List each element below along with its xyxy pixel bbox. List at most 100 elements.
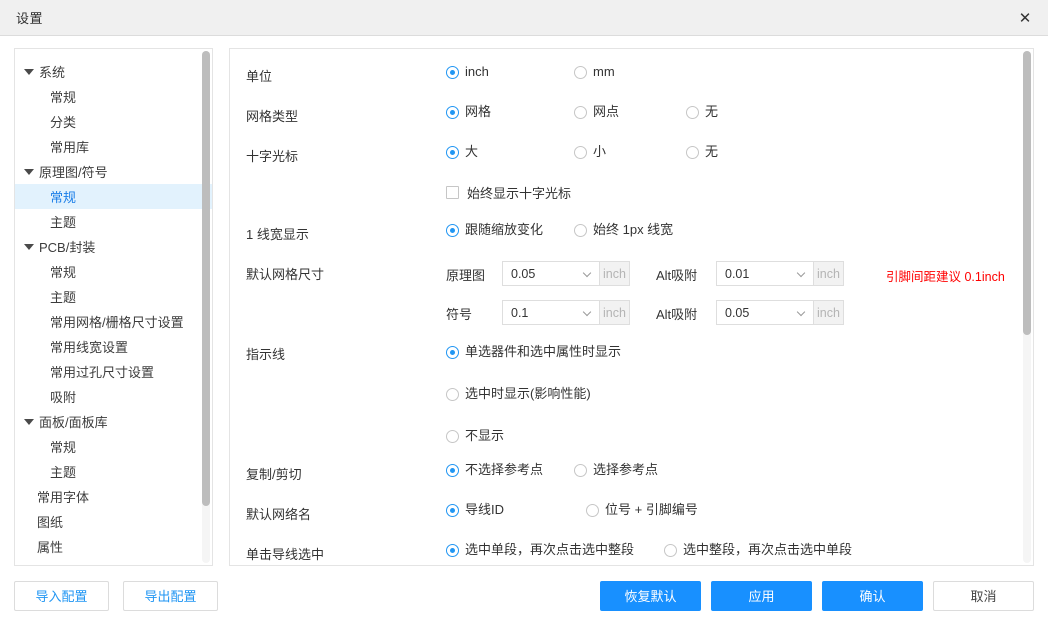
cancel-button[interactable]: 取消 [933, 580, 1034, 611]
radio-grid-type-dot[interactable]: 网点 [574, 103, 686, 121]
radio-grid-type-none[interactable]: 无 [686, 103, 718, 121]
sidebar-item-17[interactable]: 常用字体 [15, 484, 212, 509]
export-config-button[interactable]: 导出配置 [123, 580, 218, 611]
sidebar-item-10[interactable]: 常用网格/栅格尺寸设置 [15, 309, 212, 334]
line-width-options: 跟随缩放变化 始终 1px 线宽 [446, 221, 1033, 239]
checkbox-box-icon [446, 186, 459, 199]
radio-grid-type-grid[interactable]: 网格 [446, 103, 574, 121]
unit-suffix-inch: inch [814, 300, 844, 325]
sidebar-item-16[interactable]: 主题 [15, 459, 212, 484]
sidebar-item-15[interactable]: 常规 [15, 434, 212, 459]
sidebar-item-5[interactable]: 常规 [15, 184, 212, 209]
sidebar-item-6[interactable]: 主题 [15, 209, 212, 234]
label-line-width: 1 线宽显示 [246, 227, 309, 242]
sidebar-item-label: 图纸 [37, 515, 64, 530]
close-icon[interactable]: ✕ [1002, 0, 1048, 35]
row-line-width: 1 线宽显示 跟随缩放变化 始终 1px 线宽 [230, 221, 1033, 261]
main-scrollbar-thumb[interactable] [1023, 51, 1031, 335]
radio-dot-icon [574, 223, 587, 237]
radio-copy-pick-refpoint[interactable]: 选择参考点 [574, 461, 658, 479]
sidebar-item-18[interactable]: 图纸 [15, 509, 212, 534]
radio-unit-mm[interactable]: mm [574, 63, 702, 81]
radio-indicator-on-select[interactable]: 选中时显示(影响性能) [446, 385, 591, 403]
radio-crosshair-large[interactable]: 大 [446, 143, 574, 161]
sidebar-scrollbar-track[interactable] [202, 51, 210, 563]
confirm-button[interactable]: 确认 [822, 580, 923, 611]
radio-crosshair-none[interactable]: 无 [686, 143, 718, 161]
radio-line-width-always-1px[interactable]: 始终 1px 线宽 [574, 221, 673, 239]
unit-suffix-inch: inch [600, 261, 630, 286]
sidebar-item-1[interactable]: 常规 [15, 84, 212, 109]
sidebar-item-8[interactable]: 常规 [15, 259, 212, 284]
main-scrollbar-track[interactable] [1023, 51, 1031, 563]
sidebar-item-label: 属性 [37, 540, 64, 555]
label-indicator-line: 指示线 [246, 347, 286, 362]
sidebar-item-13[interactable]: 吸附 [15, 384, 212, 409]
select-schematic-grid[interactable]: 0.05 inch [502, 261, 630, 286]
label-spacer [246, 183, 446, 186]
unit-suffix-inch: inch [814, 261, 844, 286]
radio-dot-icon [446, 543, 459, 557]
radio-dot-icon [574, 463, 587, 477]
label-default-grid-size: 默认网格尺寸 [246, 267, 325, 282]
label-alt-snap-symbol: Alt吸附 [656, 307, 698, 322]
checkbox-always-show-crosshair[interactable]: 始终显示十字光标 [446, 183, 571, 202]
radio-dot-icon [446, 463, 459, 477]
select-symbol-alt-snap-box[interactable]: 0.05 [716, 300, 814, 325]
label-symbol: 符号 [446, 307, 473, 322]
dialog-body: 系统 常规 分类 常用库 原理图/符号 常规 主题 PCB/封装 常规 主题 常用网格/栅格尺寸设置… [0, 36, 1048, 566]
sidebar-item-2[interactable]: 分类 [15, 109, 212, 134]
sidebar-item-label: 分类 [50, 115, 77, 130]
label-crosshair: 十字光标 [246, 149, 299, 164]
copy-cut-options: 不选择参考点 选择参考点 [446, 461, 1033, 479]
radio-net-designator-pin[interactable]: 位号 + 引脚编号 [586, 501, 698, 519]
label-default-net-name: 默认网络名 [246, 507, 312, 522]
radio-label: 导线ID [465, 502, 505, 517]
unit-options: inch mm [446, 63, 1033, 81]
sidebar-item-4[interactable]: 原理图/符号 [15, 159, 212, 184]
radio-indicator-single-select[interactable]: 单选器件和选中属性时显示 [446, 343, 621, 361]
radio-line-width-follow-zoom[interactable]: 跟随缩放变化 [446, 221, 574, 239]
row-indicator-line: 指示线 单选器件和选中属性时显示 选中时显示(影响性能) 不显示 [230, 341, 1033, 461]
footer-left-actions: 导入配置 导出配置 [14, 580, 218, 611]
select-schematic-alt-snap[interactable]: 0.01 inch [716, 261, 844, 286]
sidebar-item-20[interactable]: 快捷键 [15, 559, 212, 565]
crosshair-options: 大 小 无 [446, 143, 1033, 161]
label-unit: 单位 [246, 69, 273, 84]
sidebar-item-label: 常用线宽设置 [50, 340, 129, 355]
sidebar-item-label: 常用字体 [37, 490, 90, 505]
radio-indicator-hidden[interactable]: 不显示 [446, 427, 504, 445]
sidebar-item-12[interactable]: 常用过孔尺寸设置 [15, 359, 212, 384]
select-symbol-grid-box[interactable]: 0.1 [502, 300, 600, 325]
sidebar-item-0[interactable]: 系统 [15, 59, 212, 84]
select-schematic-alt-snap-box[interactable]: 0.01 [716, 261, 814, 286]
radio-dot-icon [446, 429, 459, 443]
radio-unit-inch[interactable]: inch [446, 63, 574, 81]
radio-copy-no-refpoint[interactable]: 不选择参考点 [446, 461, 574, 479]
settings-main-panel: 单位 inch mm 网格类型 网格 网点 无 十字光标 大 小 无 始终显示十… [229, 48, 1034, 566]
sidebar-item-19[interactable]: 属性 [15, 534, 212, 559]
radio-click-whole-first[interactable]: 选中整段，再次点击选中单段 [664, 541, 852, 559]
apply-button[interactable]: 应用 [711, 580, 812, 611]
sidebar-item-7[interactable]: PCB/封装 [15, 234, 212, 259]
radio-net-wire-id[interactable]: 导线ID [446, 501, 586, 519]
sidebar-item-label: 常用库 [50, 140, 90, 155]
sidebar-item-9[interactable]: 主题 [15, 284, 212, 309]
restore-default-button[interactable]: 恢复默认 [600, 580, 701, 611]
grid-row-symbol: 符号 0.1 inch Alt吸附 0.05 inch [446, 300, 844, 325]
sidebar-scrollbar-thumb[interactable] [202, 51, 210, 506]
radio-dot-icon [446, 145, 459, 159]
radio-label: 选中时显示(影响性能) [465, 386, 591, 401]
sidebar-item-3[interactable]: 常用库 [15, 134, 212, 159]
radio-click-segment-first[interactable]: 选中单段，再次点击选中整段 [446, 541, 664, 559]
sidebar-item-14[interactable]: 面板/面板库 [15, 409, 212, 434]
select-symbol-alt-snap[interactable]: 0.05 inch [716, 300, 844, 325]
unit-suffix-inch: inch [600, 300, 630, 325]
radio-crosshair-small[interactable]: 小 [574, 143, 686, 161]
sidebar-item-11[interactable]: 常用线宽设置 [15, 334, 212, 359]
grid-type-options: 网格 网点 无 [446, 103, 1033, 121]
import-config-button[interactable]: 导入配置 [14, 580, 109, 611]
click-wire-select-options: 选中单段，再次点击选中整段 选中整段，再次点击选中单段 [446, 541, 1033, 559]
select-symbol-grid[interactable]: 0.1 inch [502, 300, 630, 325]
select-schematic-grid-box[interactable]: 0.05 [502, 261, 600, 286]
